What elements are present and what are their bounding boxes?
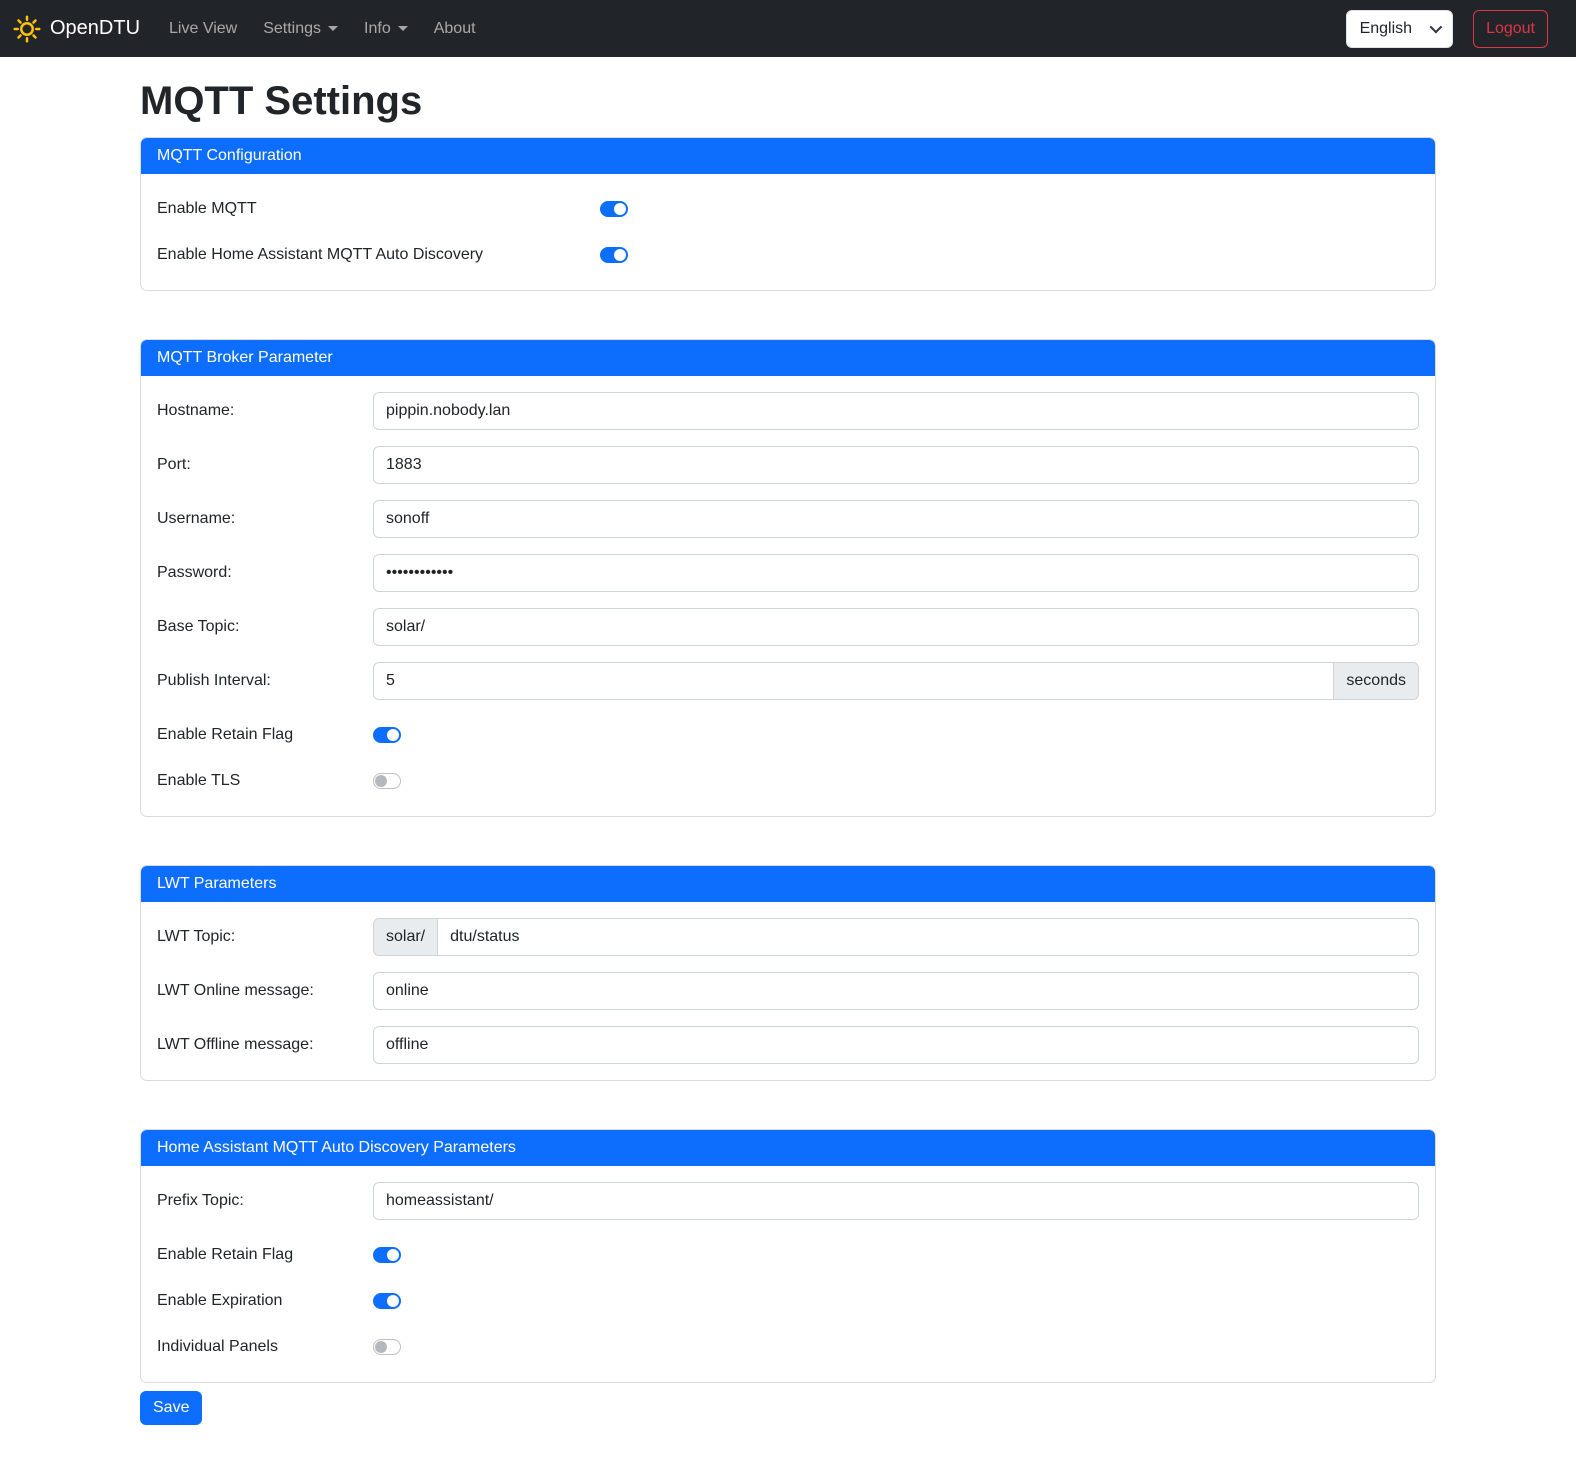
row-hostname: Hostname:	[157, 392, 1419, 430]
username-label: Username:	[157, 510, 373, 528]
row-publish-interval: Publish Interval: seconds	[157, 662, 1419, 700]
nav-item-live-view[interactable]: Live View	[156, 12, 250, 46]
brand-link[interactable]: OpenDTU	[12, 10, 140, 48]
brand-label: OpenDTU	[50, 17, 140, 40]
row-prefix-topic: Prefix Topic:	[157, 1182, 1419, 1220]
caret-down-icon	[398, 26, 408, 31]
username-input[interactable]	[373, 500, 1419, 538]
hostname-input[interactable]	[373, 392, 1419, 430]
enable-ha-discovery-label: Enable Home Assistant MQTT Auto Discover…	[157, 246, 600, 264]
lwt-offline-label: LWT Offline message:	[157, 1036, 373, 1054]
base-topic-input[interactable]	[373, 608, 1419, 646]
publish-interval-unit: seconds	[1334, 662, 1419, 700]
card-ha-discovery-header: Home Assistant MQTT Auto Discovery Param…	[141, 1130, 1435, 1166]
password-label: Password:	[157, 564, 373, 582]
row-enable-tls: Enable TLS	[157, 762, 1419, 800]
lwt-topic-input[interactable]	[437, 918, 1419, 956]
nav-item-about[interactable]: About	[421, 12, 489, 46]
row-username: Username:	[157, 500, 1419, 538]
card-ha-discovery: Home Assistant MQTT Auto Discovery Param…	[140, 1129, 1436, 1383]
base-topic-label: Base Topic:	[157, 618, 373, 636]
individual-panels-label: Individual Panels	[157, 1338, 373, 1356]
logout-button[interactable]: Logout	[1473, 10, 1548, 48]
card-lwt-header: LWT Parameters	[141, 866, 1435, 902]
row-enable-ha-discovery: Enable Home Assistant MQTT Auto Discover…	[157, 236, 1419, 274]
toggle-enable-ha-discovery[interactable]	[600, 247, 628, 263]
lwt-topic-label: LWT Topic:	[157, 928, 373, 946]
toggle-enable-mqtt[interactable]	[600, 201, 628, 217]
password-input[interactable]	[373, 554, 1419, 592]
publish-interval-input[interactable]	[373, 662, 1334, 700]
navbar: OpenDTU Live View Settings Info About En…	[0, 0, 1576, 57]
lwt-topic-prefix: solar/	[373, 918, 437, 956]
row-lwt-topic: LWT Topic: solar/	[157, 918, 1419, 956]
card-lwt: LWT Parameters LWT Topic: solar/ LWT Onl…	[140, 865, 1436, 1081]
toggle-individual-panels[interactable]	[373, 1339, 401, 1355]
row-lwt-offline: LWT Offline message:	[157, 1026, 1419, 1064]
row-lwt-online: LWT Online message:	[157, 972, 1419, 1010]
page-title: MQTT Settings	[140, 77, 1436, 125]
port-input[interactable]	[373, 446, 1419, 484]
lwt-online-label: LWT Online message:	[157, 982, 373, 1000]
row-base-topic: Base Topic:	[157, 608, 1419, 646]
nav-item-info-label: Info	[364, 20, 391, 38]
row-password: Password:	[157, 554, 1419, 592]
lwt-online-input[interactable]	[373, 972, 1419, 1010]
nav-item-about-label: About	[434, 20, 476, 38]
enable-mqtt-label: Enable MQTT	[157, 200, 600, 218]
hostname-label: Hostname:	[157, 402, 373, 420]
toggle-enable-tls[interactable]	[373, 773, 401, 789]
chevron-down-icon	[1430, 21, 1443, 34]
toggle-ha-enable-expiration[interactable]	[373, 1293, 401, 1309]
language-select[interactable]: English	[1346, 10, 1453, 48]
port-label: Port:	[157, 456, 373, 474]
ha-enable-retain-label: Enable Retain Flag	[157, 1246, 373, 1264]
prefix-topic-label: Prefix Topic:	[157, 1192, 373, 1210]
enable-retain-label: Enable Retain Flag	[157, 726, 373, 744]
language-select-value: English	[1360, 20, 1412, 38]
nav-item-settings[interactable]: Settings	[250, 12, 351, 46]
ha-enable-expiration-label: Enable Expiration	[157, 1292, 373, 1310]
lwt-offline-input[interactable]	[373, 1026, 1419, 1064]
nav-item-settings-label: Settings	[263, 20, 321, 38]
row-enable-mqtt: Enable MQTT	[157, 190, 1419, 228]
prefix-topic-input[interactable]	[373, 1182, 1419, 1220]
nav-item-live-view-label: Live View	[169, 20, 237, 38]
row-enable-retain: Enable Retain Flag	[157, 716, 1419, 754]
enable-tls-label: Enable TLS	[157, 772, 373, 790]
save-button[interactable]: Save	[140, 1391, 202, 1425]
row-individual-panels: Individual Panels	[157, 1328, 1419, 1366]
card-mqtt-configuration-header: MQTT Configuration	[141, 138, 1435, 174]
caret-down-icon	[328, 26, 338, 31]
toggle-enable-retain[interactable]	[373, 727, 401, 743]
main-container: MQTT Settings MQTT Configuration Enable …	[128, 77, 1448, 1450]
card-mqtt-configuration: MQTT Configuration Enable MQTT Enable Ho…	[140, 137, 1436, 291]
row-ha-enable-expiration: Enable Expiration	[157, 1282, 1419, 1320]
nav-links: Live View Settings Info About	[156, 12, 489, 46]
card-mqtt-broker: MQTT Broker Parameter Hostname: Port: Us…	[140, 339, 1436, 817]
publish-interval-label: Publish Interval:	[157, 672, 373, 690]
row-port: Port:	[157, 446, 1419, 484]
card-mqtt-broker-header: MQTT Broker Parameter	[141, 340, 1435, 376]
toggle-ha-enable-retain[interactable]	[373, 1247, 401, 1263]
nav-item-info[interactable]: Info	[351, 12, 421, 46]
row-ha-enable-retain: Enable Retain Flag	[157, 1236, 1419, 1274]
sun-icon	[12, 14, 42, 44]
